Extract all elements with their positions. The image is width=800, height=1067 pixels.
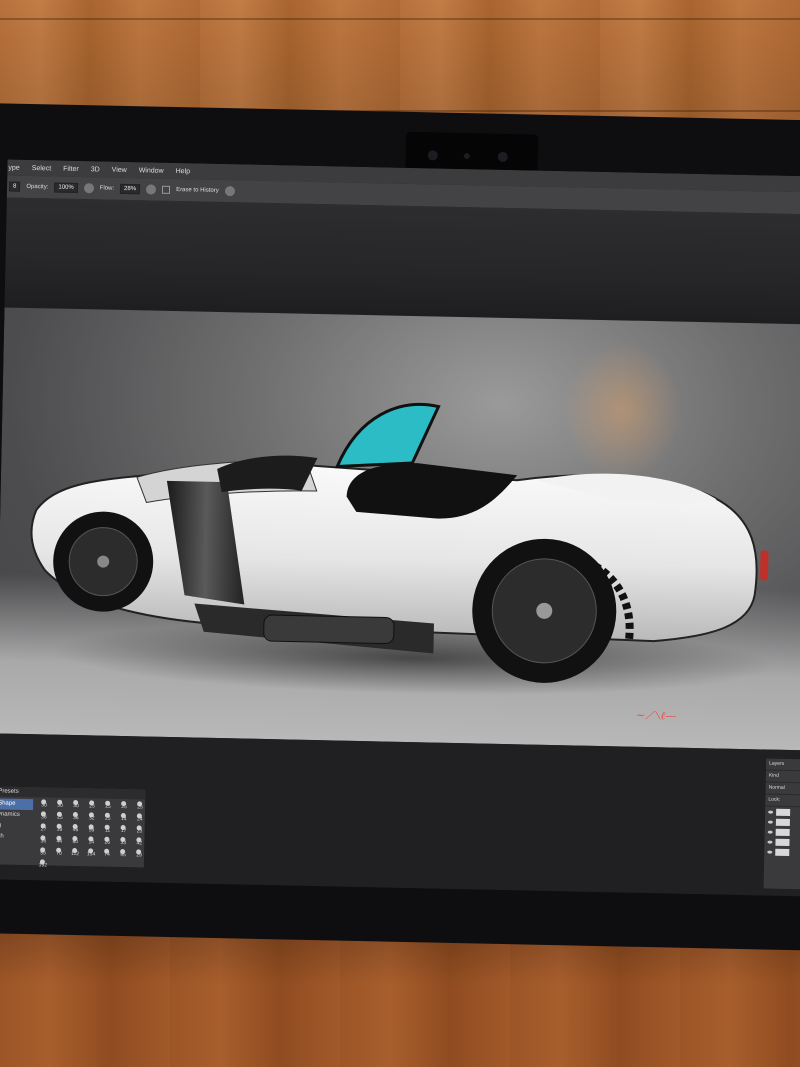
workspace-background	[4, 197, 800, 325]
brush-settings-list: Shape ynamics g sh	[0, 798, 34, 843]
brush-preset[interactable]: 25	[133, 801, 147, 812]
brush-preset[interactable]: 33	[116, 837, 130, 848]
layer-thumbnail	[776, 808, 791, 816]
brush-preset[interactable]: 74	[100, 849, 114, 860]
brush-preset[interactable]: 36	[36, 835, 50, 846]
brush-preset[interactable]: 24	[133, 813, 147, 824]
brush-setting-shape[interactable]: Shape	[0, 798, 34, 811]
layers-panel: Layers Kind Normal Lock:	[762, 757, 800, 891]
opacity-label: Opacity:	[26, 183, 49, 191]
roadster-sketch	[30, 402, 774, 695]
brush-preset[interactable]: 26	[100, 837, 114, 848]
artist-signature: ~⟋⟍ℓ—	[635, 708, 677, 723]
eye-icon[interactable]	[767, 850, 773, 854]
brush-preset[interactable]: 25	[53, 812, 67, 823]
brush-preset[interactable]: 25	[101, 801, 115, 812]
monitor-bezel: ype Select Filter 3D View Window Help 8 …	[0, 103, 800, 951]
menu-window[interactable]: Window	[138, 167, 165, 175]
brush-preset[interactable]: 17	[116, 825, 130, 836]
brush-preset[interactable]: 27	[36, 823, 50, 834]
windshield	[334, 402, 441, 469]
wood-seam	[0, 18, 800, 20]
pressure-size-icon[interactable]	[224, 186, 235, 197]
brush-setting-4[interactable]: sh	[0, 831, 33, 843]
wood-desk-bottom	[0, 930, 800, 1067]
brush-preset[interactable]: 25	[101, 813, 115, 824]
webcam-sensor	[463, 153, 470, 160]
brush-preset[interactable]: 29	[132, 849, 146, 860]
brush-preset[interactable]: 36	[37, 811, 51, 822]
exhaust-heat-shield	[263, 614, 395, 645]
flow-label: Flow:	[99, 185, 115, 192]
menu-select[interactable]: Select	[31, 164, 53, 172]
brush-preset[interactable]: 39	[52, 824, 66, 835]
flow-field[interactable]: 28%	[119, 183, 141, 195]
eye-icon[interactable]	[768, 810, 774, 814]
brush-preset[interactable]: 30	[37, 799, 51, 810]
brush-size-box[interactable]: 8	[8, 181, 21, 192]
eye-icon[interactable]	[767, 830, 773, 834]
brush-preset[interactable]: 25	[117, 801, 131, 812]
brush-preset[interactable]: 14	[84, 836, 98, 847]
brush-preset[interactable]: 60	[68, 836, 82, 847]
layer-thumbnail	[775, 838, 790, 846]
brush-preset[interactable]: 134	[84, 848, 98, 859]
webcam-lens	[427, 150, 438, 161]
brush-preset[interactable]: 32	[85, 812, 99, 823]
brush-preset[interactable]: 70	[52, 848, 66, 859]
eye-icon[interactable]	[767, 840, 773, 844]
menu-type[interactable]: ype	[7, 164, 20, 171]
brush-preset[interactable]: 30	[69, 800, 83, 811]
brush-preset[interactable]: 36	[69, 812, 83, 823]
brush-setting-dynamics[interactable]: ynamics	[0, 809, 33, 821]
erase-history-checkbox[interactable]	[162, 185, 171, 194]
brush-preset[interactable]: 95	[116, 849, 130, 860]
layer-thumbnail	[775, 848, 790, 856]
brush-preset[interactable]: 25	[85, 800, 99, 811]
layer-row[interactable]	[764, 846, 800, 857]
brush-preset[interactable]: 55	[36, 847, 50, 858]
menu-view[interactable]: View	[111, 166, 128, 173]
brush-preset[interactable]: 192	[36, 859, 50, 870]
brush-preset[interactable]: 44	[52, 836, 66, 847]
menu-3d[interactable]: 3D	[90, 166, 101, 173]
brush-preset[interactable]: 59	[84, 824, 98, 835]
brush-preset[interactable]: 11	[100, 825, 114, 836]
brush-setting-3[interactable]: g	[0, 820, 33, 832]
tail-light	[760, 550, 769, 581]
brush-preset[interactable]: 30	[53, 800, 67, 811]
webcam-lens	[497, 151, 508, 162]
brush-preset-grid: 30 30 30 25 25 25 25 36 25 36 32 25 14 24 27 39 46 59 11 17…	[36, 799, 147, 872]
menu-help[interactable]: Help	[175, 167, 192, 175]
photoshop-screen: ype Select Filter 3D View Window Help 8 …	[0, 159, 800, 897]
brush-preset[interactable]: 14	[117, 813, 131, 824]
brush-preset[interactable]: 23	[132, 825, 146, 836]
pressure-opacity-icon[interactable]	[83, 183, 94, 194]
brush-panel-title: Presets	[0, 786, 146, 800]
canvas[interactable]: ~⟋⟍ℓ—	[0, 307, 800, 751]
brush-preset[interactable]: 42	[132, 837, 146, 848]
brush-preset[interactable]: 46	[68, 824, 82, 835]
opacity-field[interactable]: 100%	[54, 182, 78, 193]
layer-thumbnail	[775, 818, 790, 826]
layer-thumbnail	[775, 828, 790, 836]
brush-preset[interactable]: 112	[68, 848, 82, 859]
brush-presets-panel: Presets Shape ynamics g sh 3030302525252…	[0, 785, 147, 869]
airbrush-icon[interactable]	[145, 184, 157, 195]
menu-filter[interactable]: Filter	[62, 165, 80, 172]
hood-scoop	[217, 455, 318, 493]
erase-history-label: Erase to History	[176, 187, 219, 194]
eye-icon[interactable]	[767, 820, 773, 824]
